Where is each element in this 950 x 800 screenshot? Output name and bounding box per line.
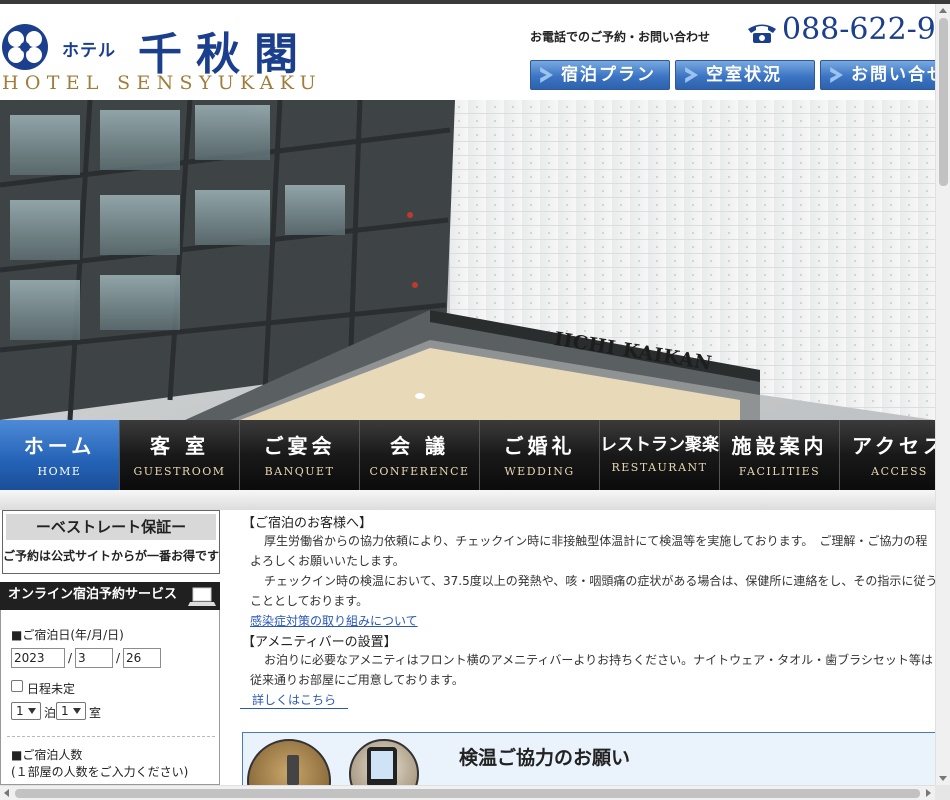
nav-conference[interactable]: 会 議 CONFERENCE [360,420,480,490]
best-rate-subtitle: ご予約は公式サイトからが一番お得です [3,549,220,563]
nav-wedding-en: WEDDING [504,465,575,478]
scrollbar-corner [935,785,950,800]
nav-conference-jp: 会 議 [390,434,449,458]
form-separator [7,736,215,737]
best-rate-title: ーベストレート保証ー [6,514,216,540]
date-separator: / [68,651,73,665]
hotel-building-photo [0,100,935,420]
notice-title: 検温ご協力のお願い [459,747,631,769]
nav-access-jp: アクセス [852,434,935,458]
main-content: 【ご宿泊のお客様へ】 厚生労働省からの協力依頼により、チェックイン時に非接触型体… [240,510,935,785]
rooms-select[interactable]: 1 [56,702,86,720]
logo-kana: ホテル [62,41,116,61]
best-rate-banner[interactable]: ーベストレート保証ー ご予約は公式サイトからが一番お得です [2,510,220,574]
nav-home-en: HOME [37,465,82,478]
arrow-right-icon [685,67,698,83]
section-divider [0,490,935,510]
logo-mark-icon [2,24,48,70]
scroll-left-icon[interactable] [4,789,9,797]
booking-title-text: オンライン宿泊予約サービス [8,587,178,602]
hotel-logo[interactable]: ホテル 千秋閣 HOTEL SENSYUKAKU [0,12,340,96]
contact-button[interactable]: お問い合せ [820,60,935,90]
thermometer-icon [287,755,299,785]
section1-line4: こととしております。 [250,594,369,608]
date-undecided-label: 日程未定 [27,682,76,696]
nav-banquet[interactable]: ご宴会 BANQUET [240,420,360,490]
nav-guestroom-en: GUESTROOM [133,465,226,478]
stay-date-label: ■ご宿泊日(年/月/日) [11,628,124,642]
guests-hint: (１部屋の人数をご入力ください) [11,765,189,779]
laptop-icon [188,587,216,606]
date-undecided-checkbox[interactable] [11,680,23,692]
section1-line1: 厚生労働省からの協力依頼により、チェックイン時に非接触型体温計にて検温等を実施し… [264,534,928,548]
booking-title: オンライン宿泊予約サービス [0,582,220,610]
nights-value: 1 [16,704,24,718]
year-input[interactable]: 2023 [11,648,65,668]
infection-measures-link[interactable]: 感染症対策の取り組みについて [250,612,418,629]
section1-line3: チェックイン時の検温において、37.5度以上の発熱や、咳・咽頭痛の症状がある場合… [264,574,935,588]
nav-access[interactable]: アクセス ACCESS [840,420,935,490]
date-separator: / [116,651,121,665]
horizontal-scroll-thumb[interactable] [15,789,920,798]
scroll-up-icon[interactable] [939,8,947,13]
vacancy-button[interactable]: 空室状況 [675,60,815,90]
nav-home[interactable]: ホーム HOME [0,420,120,490]
vertical-scrollbar[interactable] [935,4,950,785]
nav-guestroom-jp: 客 室 [150,434,209,458]
month-input[interactable]: 3 [75,648,113,668]
temperature-notice-banner[interactable]: 検温ご協力のお願い [242,732,935,785]
nav-conference-en: CONFERENCE [369,465,470,478]
booking-form: ■ご宿泊日(年/月/日) 2023 / 3 / 26 日程未定 1 泊 1 室 … [0,610,220,785]
thermometer-photo [247,739,331,785]
scanner-icon [367,747,397,785]
stay-plan-label: 宿泊プラン [561,65,656,85]
vertical-scroll-thumb[interactable] [939,18,948,186]
nights-select[interactable]: 1 [11,702,41,720]
phone-number[interactable]: 088-622-91 [782,12,935,47]
phone-label: お電話でのご予約・お問い合わせ [530,30,711,44]
sidebar: ーベストレート保証ー ご予約は公式サイトからが一番お得です オンライン宿泊予約サ… [0,510,220,785]
arrow-right-icon [830,67,843,83]
day-input[interactable]: 26 [123,648,161,668]
rooms-unit: 室 [89,706,102,720]
nav-restaurant-en: RESTAURANT [611,461,708,474]
section2-line1: お泊りに必要なアメニティはフロント横のアメニティバーよりお持ちください。ナイトウ… [264,653,933,667]
main-nav: ホーム HOME 客 室 GUESTROOM ご宴会 BANQUET 会 議 C… [0,420,935,490]
vacancy-label: 空室状況 [706,65,782,85]
nav-banquet-en: BANQUET [264,465,335,478]
logo-name-en: HOTEL SENSYUKAKU [2,72,322,94]
nav-home-jp: ホーム [23,434,96,458]
section2-title: 【アメニティバーの設置】 [242,635,397,650]
nav-wedding[interactable]: ご婚礼 WEDDING [480,420,600,490]
section2-line2: 従来通りお部屋にご用意しております。 [250,673,464,687]
hero-image: IICHI KAIKAN [0,100,935,420]
horizontal-scrollbar[interactable] [0,785,935,800]
contact-label: お問い合せ [851,65,935,85]
nav-wedding-jp: ご婚礼 [503,434,576,458]
scroll-right-icon[interactable] [926,789,931,797]
scroll-down-icon[interactable] [939,776,947,781]
nights-unit: 泊 [44,706,57,720]
arrow-right-icon [540,67,553,83]
rooms-value: 1 [61,704,69,718]
guests-label: ■ご宿泊人数 [11,748,83,762]
nav-restaurant[interactable]: レストラン聚楽 RESTAURANT [600,420,720,490]
nav-facilities[interactable]: 施設案内 FACILITIES [720,420,840,490]
telephone-icon [748,24,776,43]
nav-restaurant-jp: レストラン聚楽 [600,435,719,455]
amenity-details-link[interactable]: 詳しくはこちら [240,691,349,709]
nav-banquet-jp: ご宴会 [263,434,336,458]
section1-line2: よろしくお願いいたします。 [250,554,405,568]
nav-facilities-en: FACILITIES [738,465,821,478]
site-header: ホテル 千秋閣 HOTEL SENSYUKAKU お電話でのご予約・お問い合わせ… [0,4,935,100]
nav-facilities-jp: 施設案内 [731,434,828,458]
nav-access-en: ACCESS [871,465,928,478]
nav-guestroom[interactable]: 客 室 GUESTROOM [120,420,240,490]
stay-plan-button[interactable]: 宿泊プラン [530,60,670,90]
section1-title: 【ご宿泊のお客様へ】 [242,516,373,531]
